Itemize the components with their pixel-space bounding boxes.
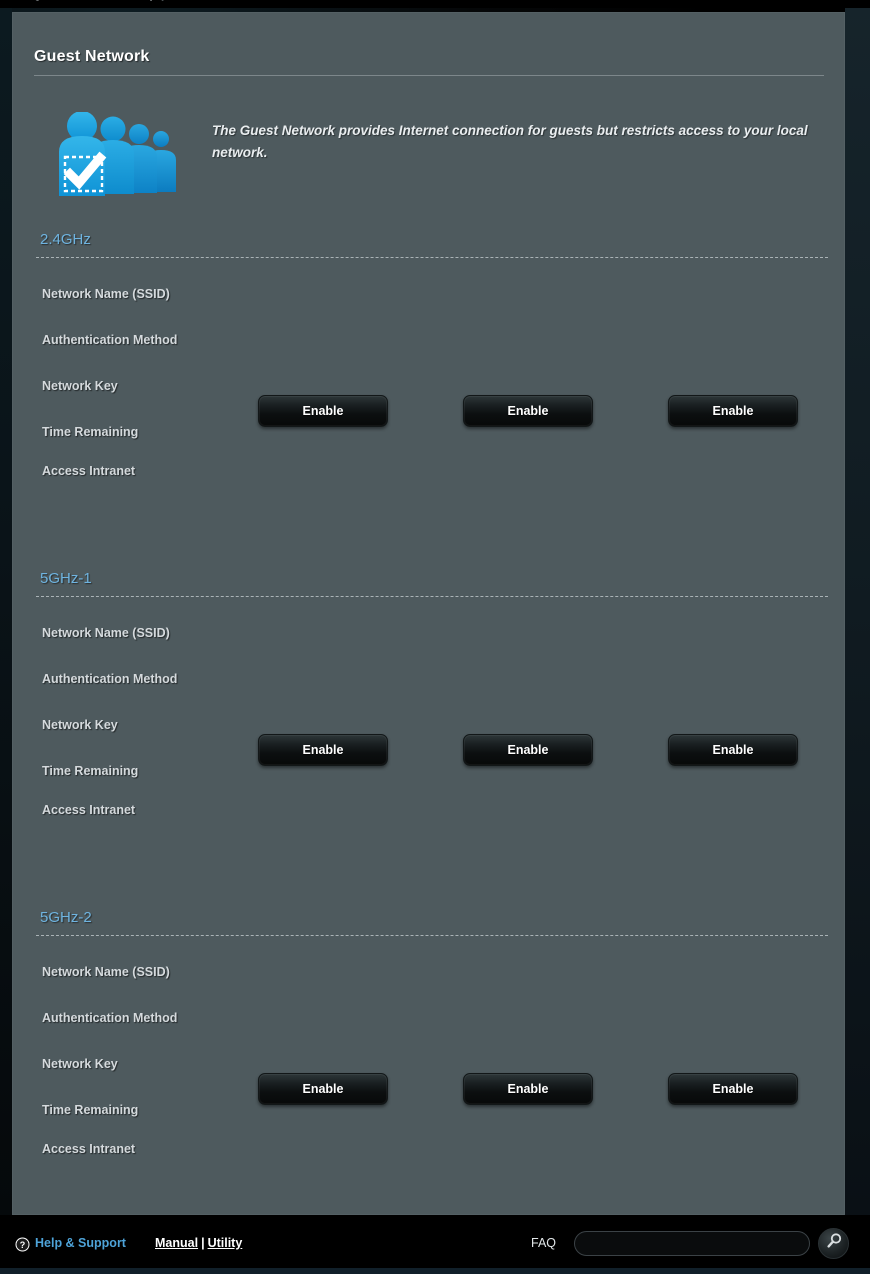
band-divider-5ghz-2 [36,935,828,936]
enable-button-5ghz-1-2[interactable]: Enable [463,734,593,766]
band-title-5ghz-2: 5GHz-2 [40,909,92,926]
label-time-remaining: Time Remaining [42,425,139,439]
band-divider-2-4ghz [36,257,828,258]
label-time-remaining: Time Remaining [42,764,139,778]
help-and-support-link[interactable]: Help & Support [35,1236,126,1250]
enable-button-row-2-4ghz: Enable Enable Enable [12,395,845,427]
label-network-name-ssid: Network Name (SSID) [42,965,170,979]
top-navigation-bar[interactable]: Quick Internet Setup | LAN WAN_IPv4 WAN_… [0,0,870,8]
label-access-intranet: Access Intranet [42,803,136,817]
label-network-key: Network Key [42,379,118,393]
band-divider-5ghz-1 [36,596,828,597]
band-section-5ghz-2: 5GHz-2 Network Name (SSID) Authenticatio… [12,909,845,1234]
band-title-2-4ghz: 2.4GHz [40,231,91,248]
label-access-intranet: Access Intranet [42,464,136,478]
nav-separator-1: | [161,0,165,1]
question-circle-icon: ? [15,1237,30,1252]
label-access-intranet: Access Intranet [42,1142,136,1156]
enable-button-2-4ghz-2[interactable]: Enable [463,395,593,427]
label-time-remaining: Time Remaining [42,1103,139,1117]
label-authentication-method: Authentication Method [42,1011,178,1025]
router-admin-page: Quick Internet Setup | LAN WAN_IPv4 WAN_… [0,0,870,1274]
footer-bottom-edge [0,1268,870,1274]
enable-button-5ghz-1-3[interactable]: Enable [668,734,798,766]
enable-button-2-4ghz-1[interactable]: Enable [258,395,388,427]
label-network-name-ssid: Network Name (SSID) [42,287,170,301]
faq-label: FAQ [531,1236,557,1250]
enable-button-2-4ghz-3[interactable]: Enable [668,395,798,427]
label-network-key: Network Key [42,718,118,732]
band-section-5ghz-1: 5GHz-1 Network Name (SSID) Authenticatio… [12,570,845,895]
manual-link[interactable]: Manual [155,1236,198,1250]
utility-link[interactable]: Utility [208,1236,243,1250]
right-rail [845,0,870,1215]
top-navigation-items: Quick Internet Setup | LAN WAN_IPv4 WAN_… [30,0,367,1]
faq-search-button[interactable] [818,1228,849,1259]
enable-button-row-5ghz-1: Enable Enable Enable [12,734,845,766]
band-title-5ghz-1: 5GHz-1 [40,570,92,587]
nav-item-wan-ipv4[interactable]: WAN_IPv4 [216,0,280,1]
label-authentication-method: Authentication Method [42,333,178,347]
enable-button-5ghz-1-1[interactable]: Enable [258,734,388,766]
page-title: Guest Network [34,48,150,65]
enable-button-5ghz-2-2[interactable]: Enable [463,1073,593,1105]
guest-network-panel: Guest Network The Guest Network provides… [12,12,845,1215]
nav-item-quick-setup[interactable]: Quick Internet Setup [30,0,157,1]
title-divider [34,75,824,76]
manual-utility-links: Manual | Utility [155,1236,242,1250]
manual-utility-separator: | [201,1236,205,1250]
band-section-2-4ghz: 2.4GHz Network Name (SSID) Authenticatio… [12,231,845,556]
guests-with-check-icon [58,111,180,200]
left-rail [0,0,12,1215]
svg-text:?: ? [20,1240,26,1250]
enable-button-5ghz-2-3[interactable]: Enable [668,1073,798,1105]
nav-item-wan-ipv6[interactable]: WAN_IPv6 [296,0,360,1]
label-network-key: Network Key [42,1057,118,1071]
label-authentication-method: Authentication Method [42,672,178,686]
intro-block: The Guest Network provides Internet conn… [36,104,826,204]
enable-button-5ghz-2-1[interactable]: Enable [258,1073,388,1105]
nav-item-lan[interactable]: LAN [174,0,201,1]
faq-search-input[interactable] [574,1231,810,1256]
guest-network-description: The Guest Network provides Internet conn… [212,123,808,160]
magnifier-icon [825,1232,843,1255]
enable-button-row-5ghz-2: Enable Enable Enable [12,1073,845,1105]
label-network-name-ssid: Network Name (SSID) [42,626,170,640]
